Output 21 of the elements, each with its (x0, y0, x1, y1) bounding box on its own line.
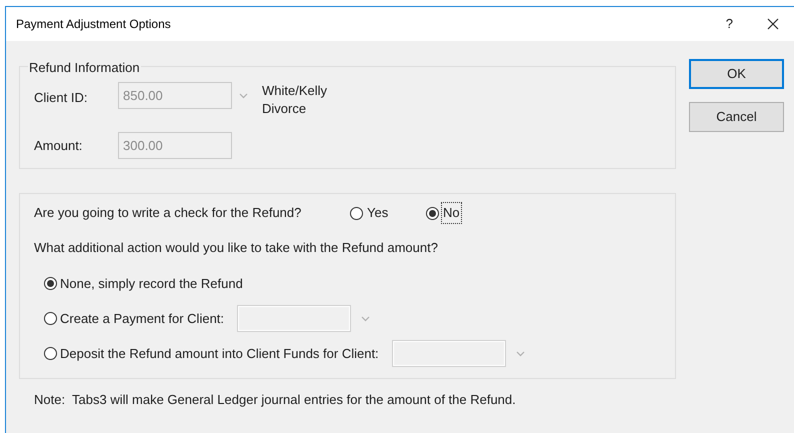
dialog-button[interactable]: Cancel (689, 102, 784, 132)
radio-label[interactable]: No (442, 203, 461, 223)
note-text: Note: Tabs3 will make General Ledger journal entries for the amount of the Refund. (33, 391, 517, 409)
radio-button[interactable] (44, 347, 57, 360)
client-name: White/Kelly Divorce (262, 82, 328, 118)
field-label: Amount: (34, 136, 84, 155)
help-button[interactable]: ? (726, 14, 733, 34)
radio-label[interactable]: Yes (366, 203, 390, 223)
close-icon[interactable] (767, 18, 779, 30)
field-label: Client ID: (34, 89, 88, 107)
question-text: Are you going to write a check for the Refund? (34, 204, 302, 222)
radio-button[interactable] (350, 206, 363, 220)
option-label[interactable]: Create a Payment for Client: (60, 308, 224, 328)
window-title: Payment Adjustment Options (16, 16, 171, 33)
option-label[interactable]: None, simply record the Refund (60, 274, 243, 294)
option-label[interactable]: Deposit the Refund amount into Client Funds for Client: (60, 344, 379, 364)
radio-button[interactable] (426, 206, 439, 220)
dialog-button[interactable]: OK (689, 59, 784, 89)
radio-button[interactable] (44, 277, 57, 290)
radio-button[interactable] (44, 312, 57, 325)
question-text: What additional action would you like to take with the Refund amount? (34, 239, 439, 257)
